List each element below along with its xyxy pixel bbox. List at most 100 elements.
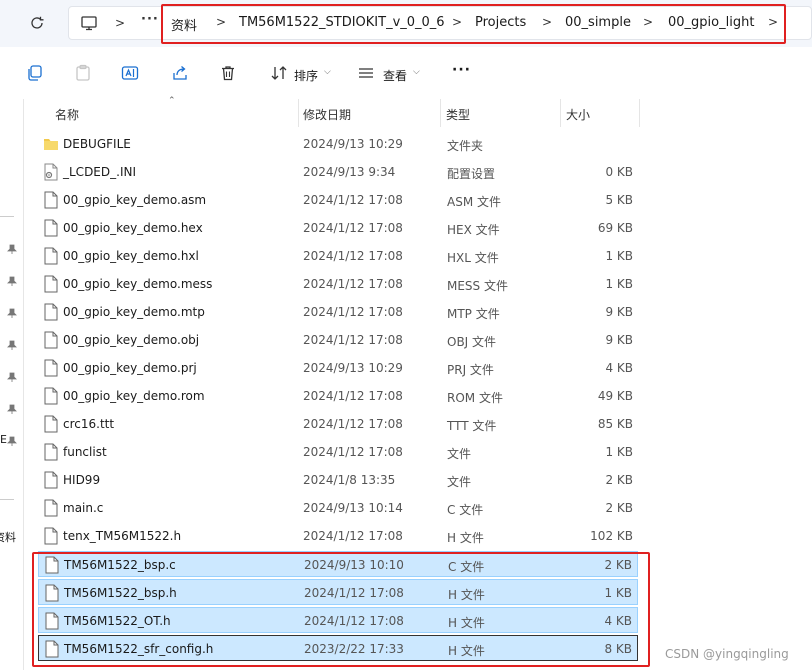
file-icon [44,219,58,237]
file-type: 文件 [447,447,472,461]
share-icon[interactable] [171,64,189,82]
pane-divider [0,499,14,500]
file-row[interactable]: 00_gpio_key_demo.hex 2024/1/12 17:08 HEX 文… [38,215,638,241]
refresh-button[interactable] [26,12,48,34]
file-row[interactable]: tenx_TM56M1522.h 2024/1/12 17:08 H 文件 102 K… [38,523,638,549]
file-row[interactable]: crc16.ttt 2024/1/12 17:08 TTT 文件 85 KB [38,411,638,437]
file-name: 00_gpio_key_demo.hex [63,221,203,235]
refresh-icon [31,16,44,29]
column-name[interactable]: 名称 [55,106,79,123]
file-row[interactable]: HID99 2024/1/8 13:35 文件 2 KB [38,467,638,493]
file-size: 0 KB [605,165,633,179]
chevron-down-icon: ⌵ [324,67,331,77]
file-type: 配置设置 [447,167,496,181]
breadcrumb-item-kit[interactable]: TM56M1522_STDIOKIT_v_0_0_6 [239,15,445,30]
file-size: 102 KB [590,529,633,543]
file-name: tenx_TM56M1522.h [63,529,182,543]
pane-item-label[interactable]: 资料 [0,529,16,545]
breadcrumb-item-gpio-light[interactable]: 00_gpio_light [668,15,754,30]
navigation-pane: E 资料 [0,99,24,670]
delete-icon[interactable] [219,64,237,82]
column-date[interactable]: 修改日期 [303,106,351,123]
more-options-button[interactable]: ··· [452,62,471,78]
copy-icon[interactable] [26,64,44,82]
file-icon [44,303,58,321]
file-size: 5 KB [605,193,633,207]
file-type: HXL 文件 [447,251,499,265]
pin-icon[interactable] [6,307,18,319]
file-row[interactable]: 00_gpio_key_demo.asm 2024/1/12 17:08 ASM 文… [38,187,638,213]
file-row[interactable]: 00_gpio_key_demo.mess 2024/1/12 17:08 MESS… [38,271,638,297]
file-name: 00_gpio_key_demo.rom [63,389,205,403]
pin-icon[interactable] [6,371,18,383]
file-date: 2024/1/12 17:08 [303,221,403,235]
file-icon [44,499,58,517]
pin-icon[interactable] [6,435,18,447]
view-icon[interactable] [357,64,375,82]
file-row[interactable]: 00_gpio_key_demo.obj 2024/1/12 17:08 OBJ 文… [38,327,638,353]
file-name: 00_gpio_key_demo.obj [63,333,200,347]
file-icon [44,275,58,293]
sort-button[interactable]: 排序 [294,67,318,84]
file-name: funclist [63,445,107,459]
pin-icon[interactable] [6,339,18,351]
file-icon [44,415,58,433]
column-divider[interactable] [440,99,441,127]
file-type: ROM 文件 [447,391,503,405]
pin-icon[interactable] [6,275,18,287]
breadcrumb-item-simple[interactable]: 00_simple [565,15,631,30]
rename-icon[interactable] [121,64,139,82]
breadcrumb-more-button[interactable]: ··· [141,12,159,27]
file-icon [44,191,58,209]
file-name: 00_gpio_key_demo.mess [63,277,213,291]
paste-icon[interactable] [74,64,92,82]
column-type[interactable]: 类型 [446,106,470,123]
file-row[interactable]: main.c 2024/9/13 10:14 C 文件 2 KB [38,495,638,521]
column-size[interactable]: 大小 [566,106,590,123]
file-date: 2024/1/12 17:08 [303,445,403,459]
file-row[interactable]: funclist 2024/1/12 17:08 文件 1 KB [38,439,638,465]
file-size: 69 KB [597,221,633,235]
file-type: MTP 文件 [447,307,500,321]
file-size: 1 KB [605,445,633,459]
pin-icon[interactable] [6,243,18,255]
file-date: 2024/1/12 17:08 [303,277,403,291]
file-name: crc16.ttt [63,417,115,431]
file-row[interactable]: 00_gpio_key_demo.prj 2024/9/13 10:29 PRJ 文… [38,355,638,381]
pane-item-clip: 资料 [0,529,23,545]
file-row[interactable]: 00_gpio_key_demo.hxl 2024/1/12 17:08 HXL 文… [38,243,638,269]
file-size: 9 KB [605,305,633,319]
file-date: 2024/1/12 17:08 [303,529,403,543]
file-date: 2024/1/12 17:08 [303,249,403,263]
breadcrumb-item-projects[interactable]: Projects [475,15,526,30]
file-name: _LCDED_.INI [63,165,136,179]
column-divider[interactable] [560,99,561,127]
file-size: 49 KB [597,389,633,403]
file-size: 1 KB [605,277,633,291]
column-divider[interactable] [298,99,299,127]
file-date: 2024/1/12 17:08 [303,389,403,403]
file-row[interactable]: DEBUGFILE 2024/9/13 10:29 文件夹 [38,131,638,157]
monitor-icon [81,16,97,31]
chevron-right-icon[interactable]: > [768,15,778,29]
file-size: 4 KB [605,361,633,375]
pin-icon[interactable] [6,403,18,415]
command-toolbar: 排序 ⌵ 查看 ⌵ ··· [0,47,812,99]
chevron-right-icon[interactable]: > [643,15,653,29]
sort-ascending-icon: ⌃ [168,96,176,106]
file-row[interactable]: 00_gpio_key_demo.mtp 2024/1/12 17:08 MTP 文… [38,299,638,325]
view-button[interactable]: 查看 [383,67,407,84]
chevron-right-icon: > [115,16,126,30]
file-row[interactable]: _LCDED_.INI 2024/9/13 9:34 配置设置 0 KB [38,159,638,185]
breadcrumb-item-ziliao[interactable]: 资料 [171,15,197,34]
chevron-right-icon[interactable]: > [452,15,462,29]
column-divider[interactable] [639,99,640,127]
chevron-right-icon[interactable]: > [542,15,552,29]
file-row[interactable]: 00_gpio_key_demo.rom 2024/1/12 17:08 ROM 文… [38,383,638,409]
chevron-right-icon[interactable]: > [216,15,226,29]
file-date: 2024/9/13 10:14 [303,501,403,515]
sort-icon[interactable] [270,64,288,82]
file-date: 2024/9/13 10:29 [303,137,403,151]
file-type: ASM 文件 [447,195,501,209]
file-size: 1 KB [605,249,633,263]
